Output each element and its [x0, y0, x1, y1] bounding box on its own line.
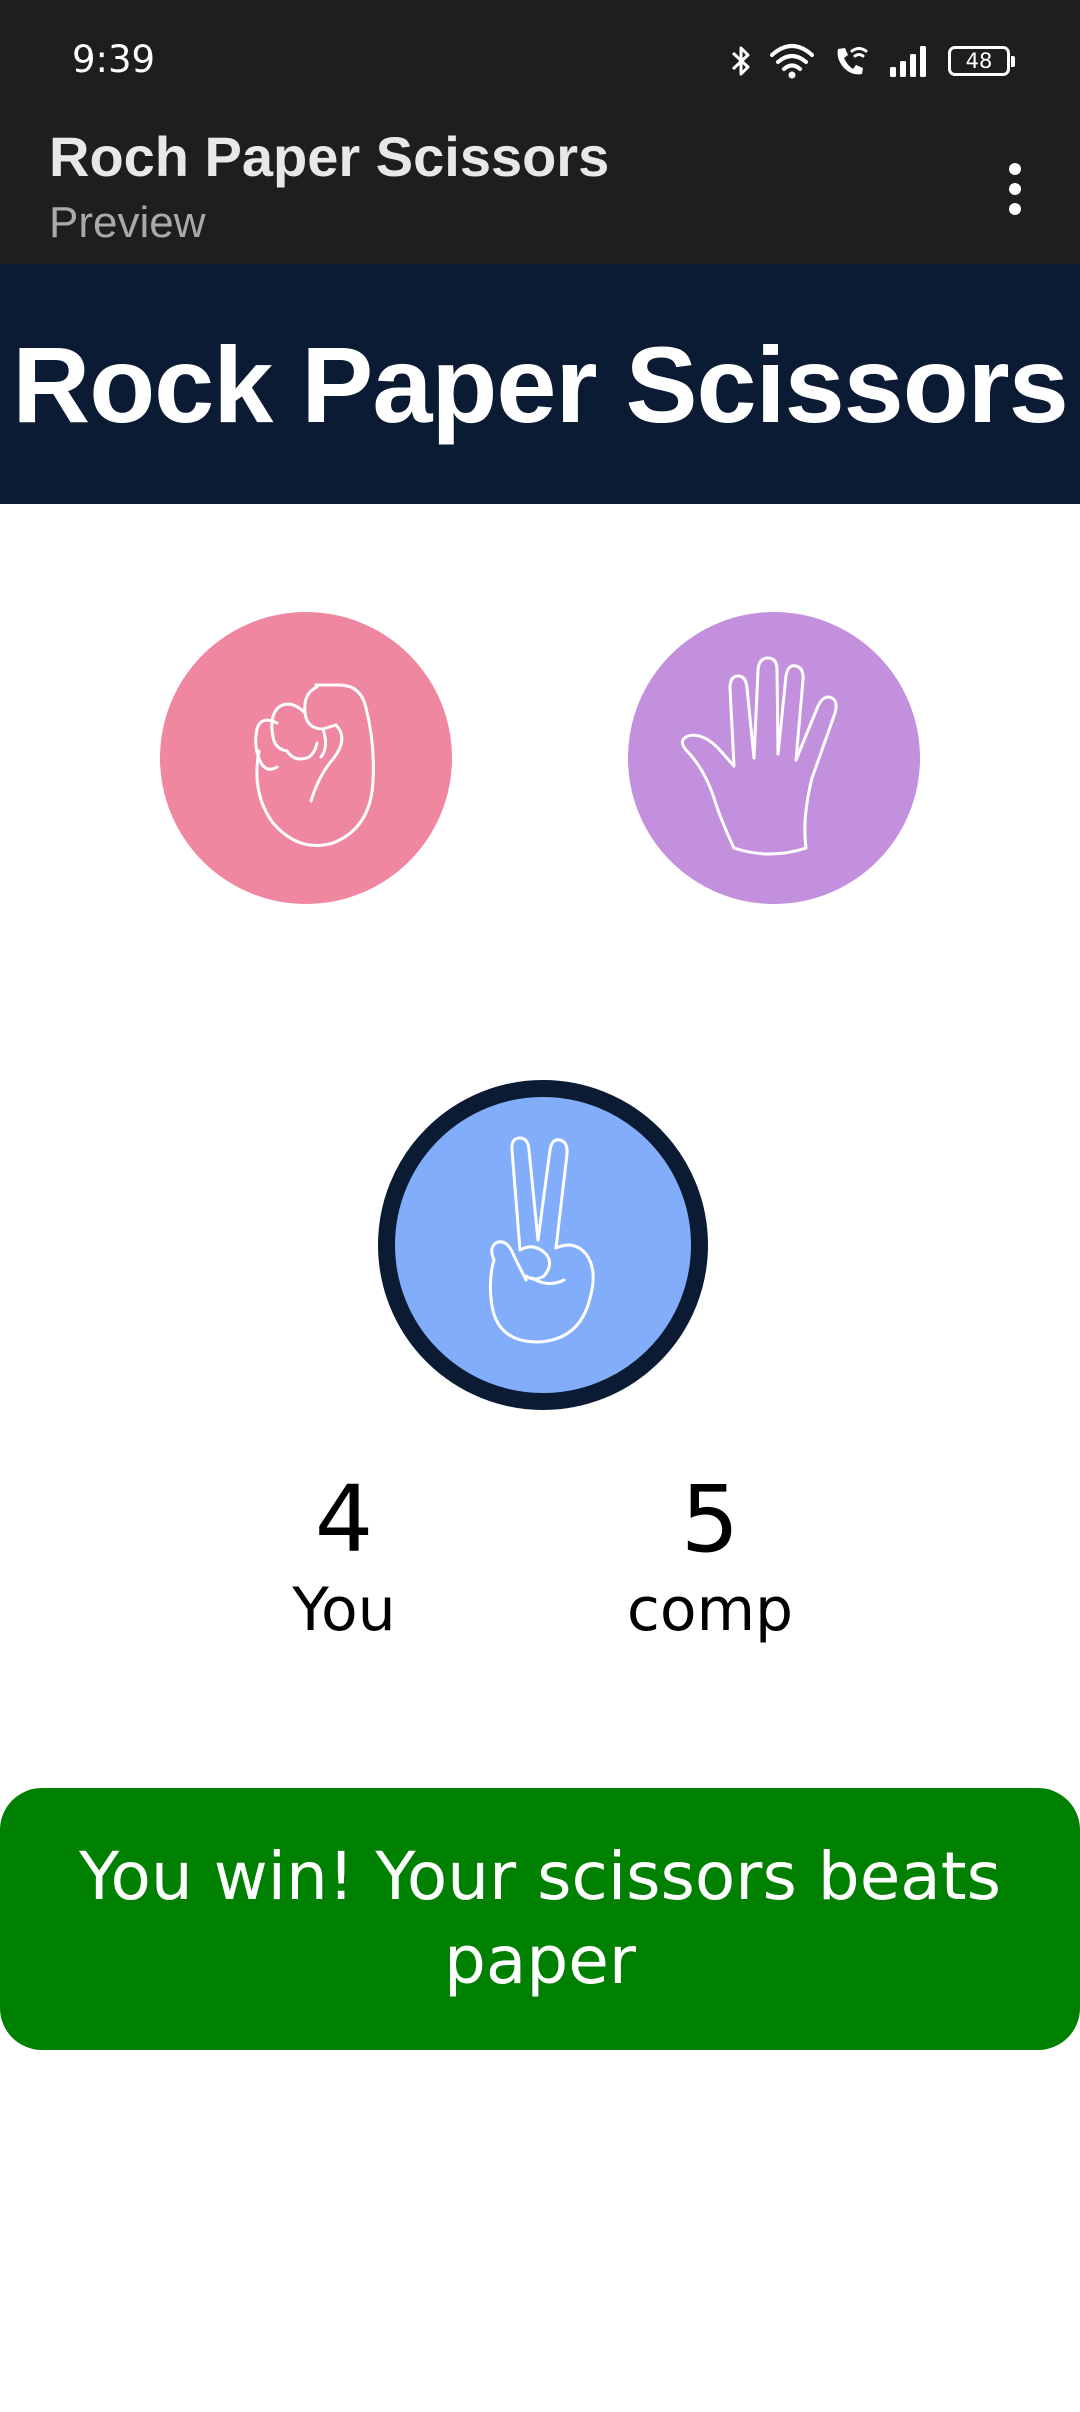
result-text: You win! Your scissors beats paper: [78, 1838, 1002, 1999]
score-you-value: 4: [314, 1466, 374, 1573]
status-time: 9:39: [72, 38, 156, 81]
score-comp: 5 comp: [560, 1470, 860, 1650]
status-icons: 48: [730, 38, 1015, 84]
bluetooth-icon: [731, 46, 750, 76]
scissors-button[interactable]: [378, 1080, 708, 1410]
app-title: Roch Paper Scissors: [49, 125, 610, 188]
header-banner: Rock Paper Scissors: [0, 264, 1080, 504]
status-bar: 9:39 48: [0, 0, 1080, 124]
page-title: Rock Paper Scissors: [12, 323, 1069, 445]
score-you: 4 You: [194, 1470, 494, 1650]
app-subtitle: Preview: [49, 198, 206, 247]
result-banner: You win! Your scissors beats paper: [0, 1788, 1080, 2050]
paper-button[interactable]: [628, 612, 920, 904]
score-you-label: You: [292, 1575, 396, 1645]
peace-hand-icon: [488, 1136, 595, 1344]
open-hand-icon: [681, 656, 838, 856]
score-comp-label: comp: [626, 1575, 794, 1645]
battery-icon: 48: [948, 46, 1015, 76]
wifi-icon: [770, 44, 814, 79]
score-comp-value: 5: [680, 1466, 740, 1573]
fist-icon: [254, 683, 375, 847]
app-bar: Roch Paper Scissors Preview: [0, 124, 1080, 264]
wifi-calling-icon: [837, 47, 868, 75]
signal-icon: [890, 46, 926, 77]
rock-button[interactable]: [160, 612, 452, 904]
more-vert-icon[interactable]: [980, 150, 1050, 228]
